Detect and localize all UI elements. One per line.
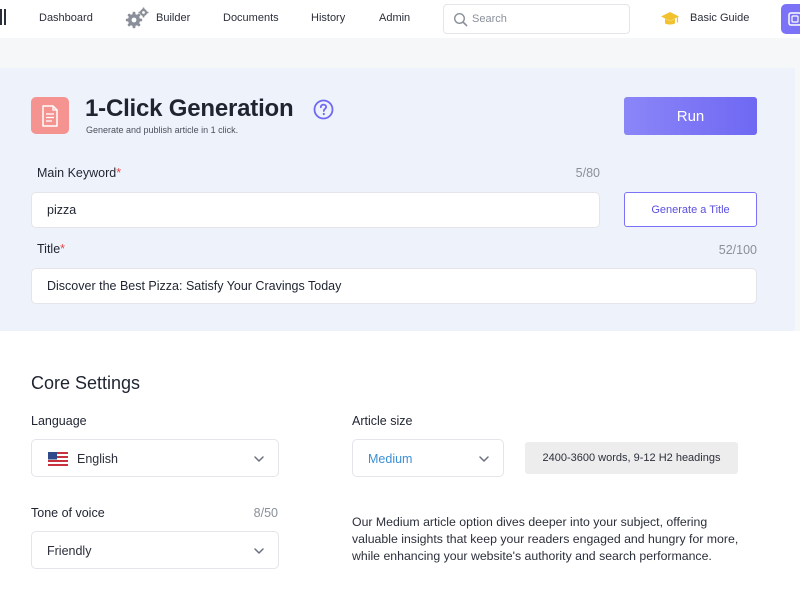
window-button[interactable]	[781, 4, 800, 34]
language-value: English	[77, 452, 118, 466]
language-label: Language	[31, 414, 87, 428]
required-mark: *	[116, 166, 122, 180]
generate-title-button[interactable]: Generate a Title	[624, 192, 757, 227]
article-size-value: Medium	[368, 452, 413, 466]
document-icon	[31, 97, 69, 134]
nav-item-documents[interactable]: Documents	[223, 12, 279, 24]
nav-item-dashboard[interactable]: Dashboard	[39, 12, 93, 24]
core-settings-title: Core Settings	[31, 373, 141, 393]
nav-item-history[interactable]: History	[311, 12, 345, 24]
chevron-down-icon	[479, 456, 489, 462]
document-glyph	[42, 105, 58, 127]
main-keyword-input[interactable]	[31, 192, 600, 228]
page-title: 1-Click Generation	[85, 95, 294, 122]
nav-item-builder[interactable]: Builder	[156, 12, 190, 24]
nav-item-basic-guide[interactable]: Basic Guide	[690, 12, 749, 24]
language-select[interactable]: English	[31, 439, 279, 477]
graduation-cap-icon	[661, 12, 679, 25]
title-field-label: Title*	[37, 242, 65, 256]
main-keyword-counter: 5/80	[575, 166, 600, 180]
chevron-down-icon	[254, 456, 264, 462]
title-counter: 52/100	[718, 243, 757, 257]
run-button[interactable]: Run	[624, 97, 757, 135]
search-icon	[453, 12, 468, 27]
question-circle-icon[interactable]	[313, 99, 334, 120]
article-size-description: Our Medium article option dives deeper i…	[352, 515, 739, 563]
required-mark: *	[60, 242, 66, 256]
window-icon	[788, 12, 800, 26]
main-keyword-label-text: Main Keyword	[37, 166, 117, 180]
search-box[interactable]	[443, 4, 630, 34]
nav-item-admin[interactable]: Admin	[379, 12, 410, 24]
logo-icon[interactable]	[0, 6, 8, 28]
page-subtitle: Generate and publish article in 1 click.	[86, 125, 239, 135]
main-keyword-label: Main Keyword*	[37, 166, 121, 180]
top-nav: Dashboard Builder Documents History Admi…	[0, 0, 800, 38]
title-field-label-text: Title	[37, 242, 61, 256]
gear-icon	[125, 7, 149, 29]
title-input[interactable]	[31, 268, 757, 304]
article-size-select[interactable]: Medium	[352, 439, 504, 477]
tone-label: Tone of voice	[31, 506, 105, 520]
tone-value: Friendly	[47, 544, 92, 558]
tone-select[interactable]: Friendly	[31, 531, 279, 569]
search-input[interactable]	[472, 11, 622, 27]
tone-counter: 8/50	[253, 506, 278, 520]
article-size-label: Article size	[352, 414, 413, 428]
article-size-badge: 2400-3600 words, 9-12 H2 headings	[525, 442, 738, 474]
us-flag-icon	[48, 452, 68, 466]
chevron-down-icon	[254, 548, 264, 554]
